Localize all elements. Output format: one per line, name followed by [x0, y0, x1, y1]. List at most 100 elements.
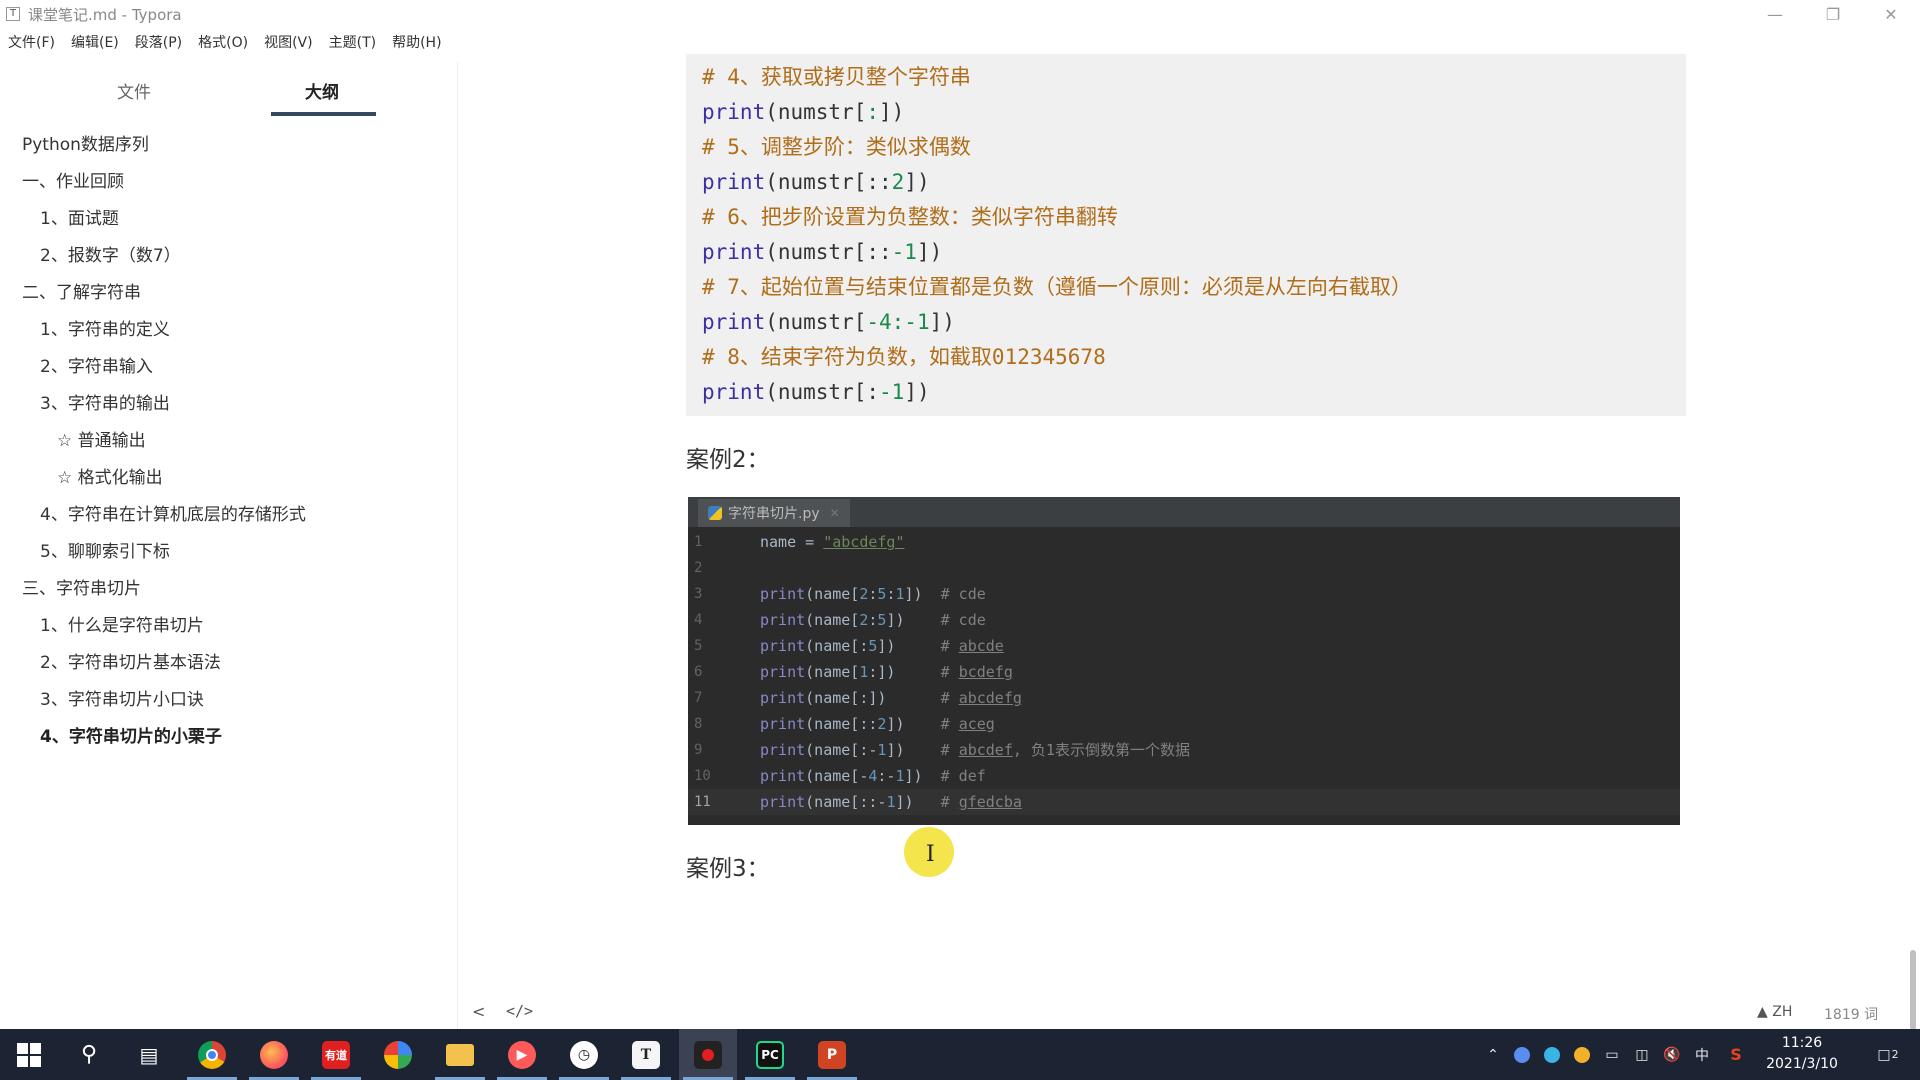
- heading-case2: 案例2：: [686, 447, 770, 473]
- menu-help[interactable]: 帮助(H): [392, 32, 441, 52]
- ide-code-text: print(name[:5]) # abcde: [760, 633, 1004, 659]
- taskbar-chrome[interactable]: [183, 1029, 241, 1080]
- ide-space: [914, 793, 941, 811]
- outline-item[interactable]: 2、字符串切片基本语法: [40, 648, 221, 673]
- menu-theme[interactable]: 主题(T): [329, 32, 376, 52]
- ide-code-line: 10 print(name[-4:-1]) # def: [688, 763, 1680, 789]
- outline-item[interactable]: 3、字符串的输出: [40, 389, 170, 414]
- ide-space: [895, 637, 940, 655]
- word-count[interactable]: 1819 词: [1824, 1004, 1878, 1024]
- outline-item[interactable]: ☆ 普通输出: [57, 426, 146, 451]
- tab-files[interactable]: 文件: [117, 78, 151, 103]
- ide-builtin: print: [760, 663, 806, 681]
- source-mode-button[interactable]: </>: [506, 1002, 533, 1020]
- search-button[interactable]: ⚲: [60, 1029, 118, 1080]
- code-block[interactable]: # 4、获取或拷贝整个字符串 print(numstr[:]) # 5、调整步阶：类…: [686, 54, 1686, 416]
- notification-center-button[interactable]: □ 2: [1866, 1029, 1910, 1080]
- menu-file[interactable]: 文件(F): [8, 32, 55, 52]
- ide-builtin: print: [760, 611, 806, 629]
- volume-muted-icon[interactable]: 🔇: [1660, 1029, 1684, 1080]
- taskbar-screen-capture[interactable]: ▶: [493, 1029, 551, 1080]
- tray-app-icon-3[interactable]: [1570, 1029, 1594, 1080]
- code-line: # 5、调整步阶：类似求偶数: [702, 130, 1686, 165]
- restore-button[interactable]: ❐: [1804, 0, 1862, 28]
- ide-code-text: print(name[2:5:1]) # cde: [760, 581, 986, 607]
- menu-format[interactable]: 格式(O): [198, 32, 248, 52]
- outline-item[interactable]: 2、字符串输入: [40, 352, 153, 377]
- outline-item[interactable]: ☆ 格式化输出: [57, 463, 163, 488]
- taskbar-typora[interactable]: T: [617, 1029, 675, 1080]
- scrollbar-thumb[interactable]: [1910, 950, 1916, 1030]
- outline-item[interactable]: 三、字符串切片: [22, 574, 141, 599]
- taskbar-clock[interactable]: 11:26 2021/3/10: [1762, 1033, 1842, 1075]
- taskbar-firefox[interactable]: [245, 1029, 303, 1080]
- network-icon[interactable]: ◫: [1630, 1029, 1654, 1080]
- search-icon: ⚲: [80, 1042, 98, 1067]
- ide-builtin: print: [760, 767, 806, 785]
- outline-item[interactable]: 4、字符串切片的小栗子: [40, 722, 222, 747]
- ide-code-text: print(name[-4:-1]) # def: [760, 763, 986, 789]
- outline-item[interactable]: 二、了解字符串: [22, 278, 141, 303]
- outline-item[interactable]: 3、字符串切片小口诀: [40, 685, 204, 710]
- task-view-icon: ▤: [139, 1042, 159, 1067]
- ide-text: :-: [877, 767, 896, 785]
- heading-case3: 案例3：: [686, 856, 770, 882]
- outline-item[interactable]: 2、报数字（数7）: [40, 241, 181, 266]
- ide-code-text: print(name[:-1]) # abcdef, 负1表示倒数第一个数据: [760, 737, 1190, 763]
- taskbar-recorder[interactable]: [679, 1029, 737, 1080]
- battery-icon[interactable]: ▭: [1600, 1029, 1624, 1080]
- taskbar-google-drive[interactable]: [369, 1029, 427, 1080]
- sidebar-toggle-button[interactable]: <: [472, 1002, 485, 1021]
- powerpoint-icon: P: [818, 1040, 846, 1069]
- tab-outline[interactable]: 大纲: [305, 78, 339, 103]
- outline-item[interactable]: 一、作业回顾: [22, 167, 124, 192]
- sidebar-tabs: 文件 大纲: [0, 62, 457, 120]
- outline-item[interactable]: 1、什么是字符串切片: [40, 611, 204, 636]
- start-button[interactable]: [0, 1029, 58, 1080]
- menu-view[interactable]: 视图(V): [264, 32, 313, 52]
- outline-item[interactable]: 4、字符串在计算机底层的存储形式: [40, 500, 306, 525]
- ide-text: ]): [877, 637, 896, 655]
- line-number: 3: [694, 586, 703, 602]
- code-line: # 6、把步阶设置为负整数：类似字符串翻转: [702, 200, 1686, 235]
- outline-item[interactable]: 5、聊聊索引下标: [40, 537, 170, 562]
- ime-indicator[interactable]: 中: [1690, 1029, 1714, 1080]
- taskbar-powerpoint[interactable]: P: [803, 1029, 861, 1080]
- close-button[interactable]: ✕: [1862, 0, 1920, 28]
- outline-item[interactable]: 1、面试题: [40, 204, 119, 229]
- code-comment: # 6、把步阶设置为负整数：类似字符串翻转: [702, 205, 1118, 229]
- code-line: print(numstr[:]): [702, 95, 1686, 130]
- sogou-input-icon[interactable]: S: [1724, 1029, 1748, 1080]
- tray-app-icon-2[interactable]: [1540, 1029, 1564, 1080]
- ide-file-name: 字符串切片.py: [728, 506, 820, 522]
- warning-icon: ▲: [1757, 1004, 1768, 1020]
- typora-icon: T: [632, 1040, 660, 1069]
- pycharm-icon: PC: [756, 1040, 784, 1069]
- code-line: # 7、起始位置与结束位置都是负数（遵循一个原则：必须是从左向右截取）: [702, 270, 1686, 305]
- outline-item[interactable]: 1、字符串的定义: [40, 315, 170, 340]
- ide-comment: abcdefg: [958, 689, 1022, 707]
- ide-text: ]): [868, 689, 887, 707]
- menu-edit[interactable]: 编辑(E): [71, 32, 119, 52]
- language-indicator[interactable]: ▲ ZH: [1757, 1004, 1792, 1020]
- taskbar-file-explorer[interactable]: [431, 1029, 489, 1080]
- minimize-button[interactable]: —: [1746, 0, 1804, 28]
- tray-overflow-icon[interactable]: ⌃: [1482, 1029, 1504, 1080]
- taskbar-pycharm[interactable]: PC: [741, 1029, 799, 1080]
- ide-builtin: print: [760, 793, 806, 811]
- code-comment: # 4、获取或拷贝整个字符串: [702, 65, 971, 89]
- taskbar-clock-app[interactable]: ◷: [555, 1029, 613, 1080]
- menu-paragraph[interactable]: 段落(P): [135, 32, 182, 52]
- code-text: ]): [904, 380, 930, 404]
- task-view-button[interactable]: ▤: [120, 1029, 178, 1080]
- language-code: ZH: [1772, 1004, 1793, 1020]
- editor-content[interactable]: # 4、获取或拷贝整个字符串 print(numstr[:]) # 5、调整步阶：类…: [460, 54, 1920, 1014]
- ide-builtin: print: [760, 715, 806, 733]
- code-keyword: print: [702, 310, 766, 334]
- taskbar-youdao[interactable]: 有道: [307, 1029, 365, 1080]
- line-number: 7: [694, 690, 703, 706]
- outline-item[interactable]: Python数据序列: [22, 130, 149, 155]
- ide-text: (name[: [805, 611, 860, 629]
- ide-comment: gfedcba: [958, 793, 1022, 811]
- tray-app-icon-1[interactable]: [1510, 1029, 1534, 1080]
